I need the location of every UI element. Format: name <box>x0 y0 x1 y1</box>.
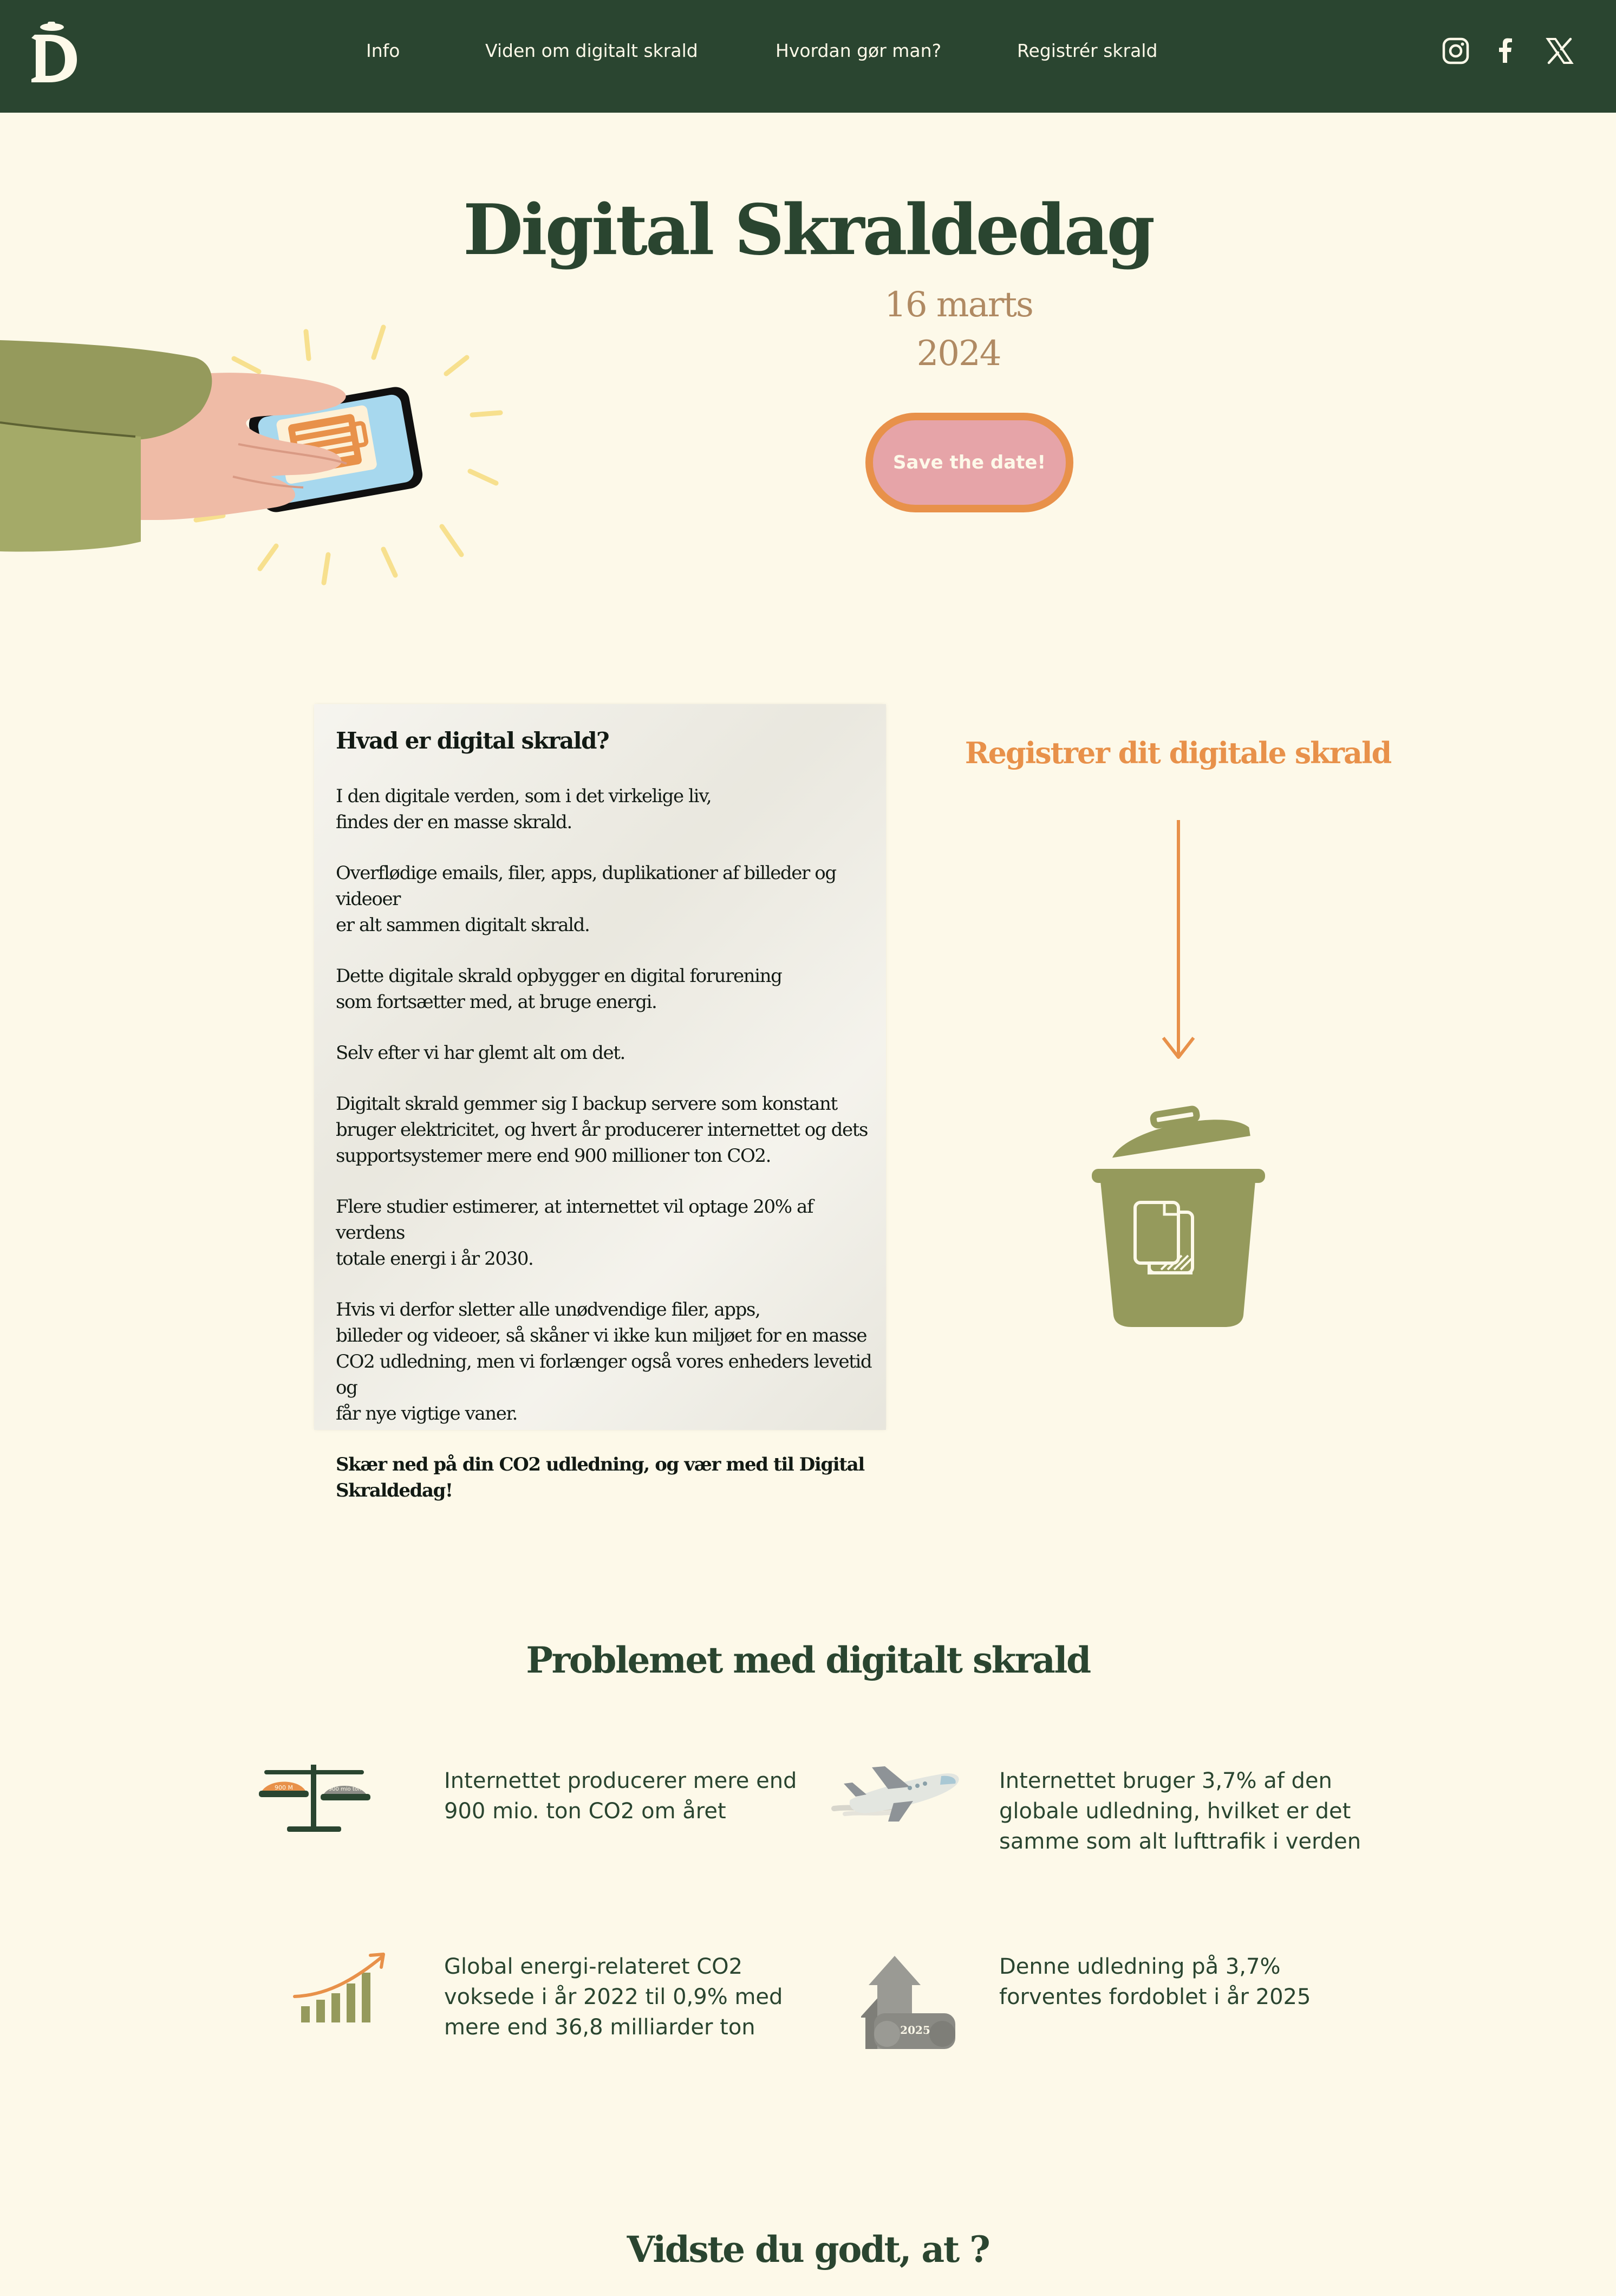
info-paper-card: Hvad er digital skrald? I den digitale v… <box>314 704 886 1501</box>
nav-link-info[interactable]: Info <box>366 39 400 63</box>
did-you-know-title: Vidste du godt, at ? <box>627 2228 991 2271</box>
svg-text:2025: 2025 <box>900 2024 930 2037</box>
scale-icon: 900 M 900 mio ton <box>259 1765 370 1832</box>
instagram-icon[interactable] <box>1441 36 1471 66</box>
svg-text:900 M: 900 M <box>275 1784 293 1791</box>
info-closing: Skær ned på din CO2 udledning, og vær me… <box>336 1454 865 1501</box>
info-paragraph: I den digitale verden, som i det virkeli… <box>336 785 712 833</box>
info-paragraph: Selv efter vi har glemt alt om det. <box>336 1042 625 1064</box>
info-paragraph: Hvis vi derfor sletter alle unødvendige … <box>336 1299 872 1425</box>
info-paragraph: Dette digitale skrald opbygger en digita… <box>336 965 783 1013</box>
event-date: 16 marts 2024 <box>884 285 1034 374</box>
nav-link-hvordan[interactable]: Hvordan gør man? <box>776 39 941 63</box>
airplane-icon <box>831 1766 959 1822</box>
info-paragraph: Overflødige emails, filer, apps, duplika… <box>336 862 837 936</box>
register-link[interactable]: Registrer dit digitale skrald <box>964 731 1392 775</box>
fact-text: Internettet producerer mere end 900 mio.… <box>444 1768 797 1824</box>
svg-text:900 mio ton: 900 mio ton <box>329 1786 361 1792</box>
top-navigation: Info Viden om digitalt skrald Hvordan gø… <box>0 0 1616 113</box>
fact-text: Denne udledning på 3,7% forventes fordob… <box>999 1954 1311 2009</box>
page-title: Digital Skraldedag <box>463 190 1155 271</box>
trash-bin-icon[interactable] <box>1083 1094 1273 1332</box>
info-paragraph: Digitalt skrald gemmer sig I backup serv… <box>336 1093 868 1167</box>
facebook-icon[interactable] <box>1490 36 1521 66</box>
fact-text: Global energi-relateret CO2 voksede i år… <box>444 1954 783 2040</box>
rising-arrows-icon: 2025 <box>861 1956 955 2049</box>
logo-icon[interactable] <box>27 19 81 84</box>
info-heading: Hvad er digital skrald? <box>336 727 610 754</box>
nav-link-registrer[interactable]: Registrér skrald <box>1017 39 1157 63</box>
nav-link-viden[interactable]: Viden om digitalt skrald <box>485 39 698 63</box>
arrow-down-icon <box>1162 820 1195 1059</box>
info-paragraph: Flere studier estimerer, at internettet … <box>336 1196 814 1270</box>
growth-chart-icon <box>293 1953 385 2022</box>
save-the-date-button[interactable]: Save the date! <box>865 413 1073 512</box>
fact-text: Internettet bruger 3,7% af den globale u… <box>999 1768 1361 1854</box>
hand-phone-illustration <box>0 324 503 586</box>
x-icon[interactable] <box>1545 36 1575 66</box>
problem-section-title: Problemet med digitalt skrald <box>526 1639 1091 1681</box>
